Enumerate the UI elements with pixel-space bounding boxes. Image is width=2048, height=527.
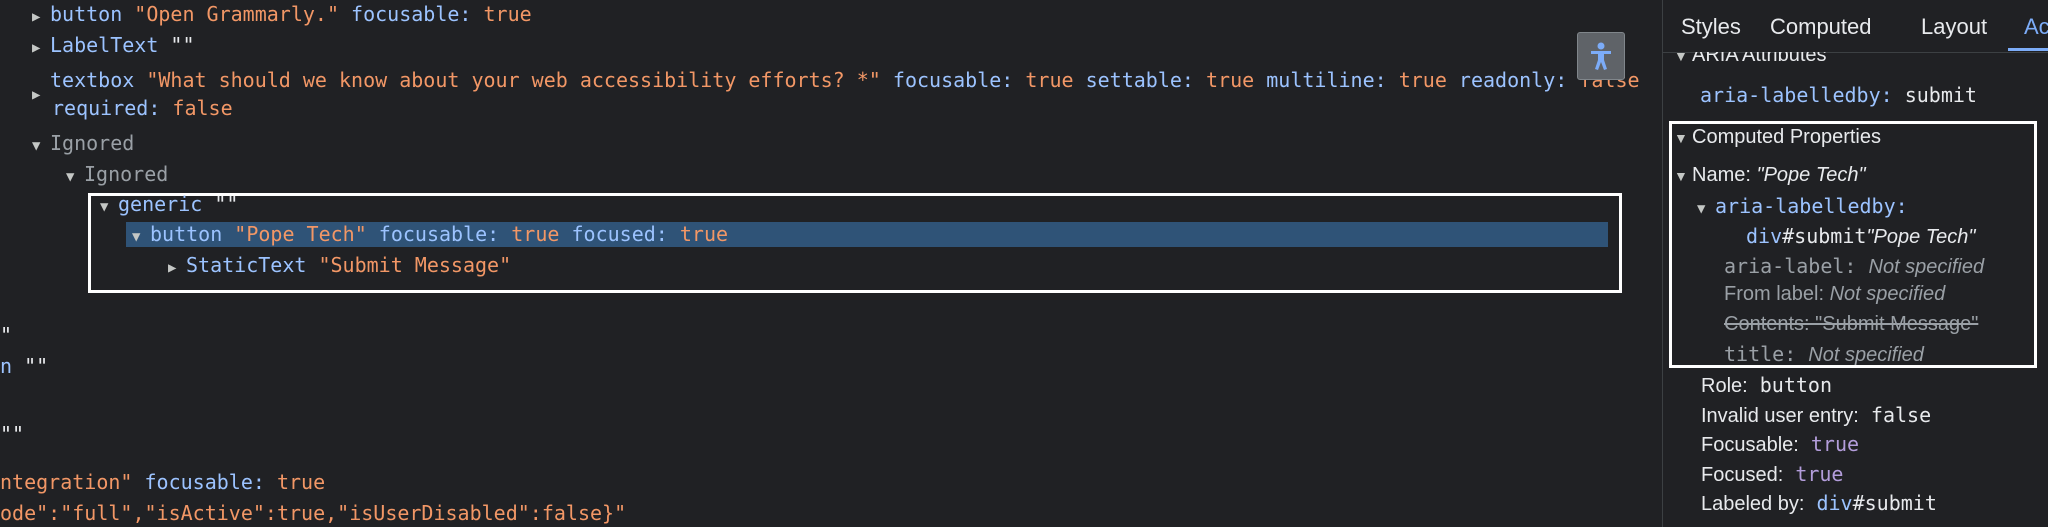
collapse-triangle-icon[interactable]: ▼ (132, 229, 150, 245)
tree-node-ignored[interactable]: ▼ Ignored (32, 131, 134, 155)
collapse-triangle-icon[interactable]: ▼ (32, 138, 50, 154)
expand-triangle-icon[interactable]: ▶ (32, 40, 50, 56)
tab-styles[interactable]: Styles (1681, 14, 1741, 40)
tree-fragment: ode":"full","isActive":true,"isUserDisab… (0, 501, 627, 525)
role-row: Role: button (1701, 373, 1832, 397)
tree-node-ignored-child[interactable]: ▼ Ignored (66, 162, 168, 186)
collapse-triangle-icon[interactable]: ▼ (100, 199, 118, 215)
focused-row: Focused: true (1701, 462, 1844, 486)
accessibility-tree-pane: ▶ button "Open Grammarly." focusable: tru… (0, 0, 1660, 527)
aria-labelledby-attribute: aria-labelledby: submit (1700, 83, 1977, 107)
collapse-triangle-icon[interactable]: ▼ (1674, 168, 1692, 184)
tree-fragment: n "" (0, 354, 49, 378)
tree-fragment: "" (0, 422, 25, 446)
tree-node-button-pope-tech[interactable]: ▼ button "Pope Tech" focusable: true focu… (132, 222, 728, 246)
tree-fragment: ntegration" focusable: true (0, 470, 326, 494)
computed-properties-header[interactable]: ▼ Computed Properties (1674, 126, 1881, 149)
focusable-row: Focusable: true (1701, 432, 1860, 456)
accessibility-tree-toggle-button[interactable] (1577, 32, 1625, 80)
tree-fragment: " (0, 323, 13, 347)
aria-label-row: aria-label: Not specified (1724, 254, 1985, 278)
tree-node-labeltext[interactable]: ▶ LabelText "" (32, 33, 195, 57)
labeled-by-row: Labeled by: div#submit (1701, 491, 1937, 515)
active-tab-indicator (2008, 48, 2048, 51)
from-label-row: From label: Not specified (1724, 283, 1946, 305)
collapse-triangle-icon[interactable]: ▼ (1674, 130, 1692, 146)
collapse-triangle-icon[interactable]: ▼ (1697, 201, 1715, 217)
labelledby-source-node[interactable]: div#submit"Pope Tech" (1746, 224, 1976, 249)
tab-accessibility[interactable]: Ac (2024, 14, 2048, 40)
tree-node-button-grammarly[interactable]: ▶ button "Open Grammarly." focusable: tru… (32, 2, 532, 26)
labeled-by-node-link[interactable]: div (1816, 491, 1852, 515)
tab-layout[interactable]: Layout (1921, 14, 1987, 40)
tree-node-textbox[interactable]: ▶textbox "What should we know about your… (32, 68, 1640, 103)
tree-node-textbox-continuation: required: false (52, 96, 233, 120)
sidebar-tabs: Styles Computed Layout Ac (1663, 0, 2048, 53)
tree-node-statictext[interactable]: ▶ StaticText "Submit Message" (168, 253, 511, 277)
invalid-entry-row: Invalid user entry: false (1701, 403, 1932, 427)
title-row: title: Not specified (1724, 342, 1924, 366)
tree-node-generic[interactable]: ▼ generic "" (100, 192, 238, 216)
expand-triangle-icon[interactable]: ▶ (32, 87, 50, 103)
computed-name-row[interactable]: ▼ Name: "Pope Tech" (1674, 164, 1866, 187)
accessibility-person-icon (1591, 42, 1611, 70)
expand-triangle-icon[interactable]: ▶ (168, 260, 186, 276)
expand-triangle-icon[interactable]: ▶ (32, 9, 50, 25)
collapse-triangle-icon[interactable]: ▼ (66, 169, 84, 185)
tab-computed[interactable]: Computed (1770, 14, 1872, 40)
computed-labelledby-row[interactable]: ▼ aria-labelledby: (1697, 194, 1908, 218)
contents-row: Contents: "Submit Message" (1724, 313, 1979, 335)
